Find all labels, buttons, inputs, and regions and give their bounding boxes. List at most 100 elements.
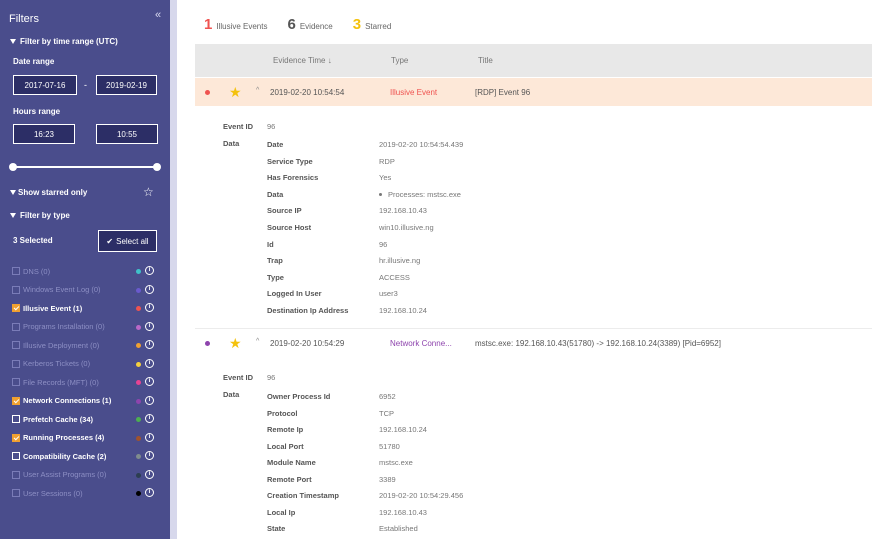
type-filter-item[interactable]: Kerberos Tickets (0) i bbox=[12, 355, 157, 374]
date-from-input[interactable]: 2017-07-16 bbox=[13, 75, 77, 95]
show-starred-label: Show starred only bbox=[18, 188, 88, 197]
checkbox[interactable] bbox=[12, 341, 20, 350]
checkbox[interactable] bbox=[12, 322, 20, 331]
detail-key: Id bbox=[267, 239, 274, 249]
type-color-dot bbox=[136, 380, 141, 385]
star-icon[interactable]: ★ bbox=[229, 335, 242, 352]
type-filter-label: Windows Event Log (0) bbox=[23, 285, 101, 295]
type-filter-item[interactable]: Windows Event Log (0) i bbox=[12, 281, 157, 300]
checkbox[interactable] bbox=[12, 489, 20, 498]
triangle-down-icon bbox=[10, 190, 16, 195]
event-id-label: Event ID bbox=[223, 373, 254, 382]
type-filter-item[interactable]: Network Connections (1) i bbox=[12, 392, 157, 411]
star-icon[interactable]: ★ bbox=[229, 84, 242, 101]
detail-value-text: Processes: mstsc.exe bbox=[388, 189, 461, 199]
detail-value: ACCESS bbox=[379, 272, 410, 282]
detail-value: 192.168.10.43 bbox=[379, 507, 427, 517]
triangle-down-icon bbox=[10, 213, 16, 218]
type-filter-label: Programs Installation (0) bbox=[23, 322, 105, 332]
checkbox[interactable] bbox=[12, 433, 20, 442]
type-filter-item[interactable]: File Records (MFT) (0) i bbox=[12, 373, 157, 392]
info-icon[interactable]: i bbox=[145, 451, 154, 460]
hour-to-input[interactable]: 10:55 bbox=[96, 124, 158, 144]
header-evidence-time[interactable]: Evidence Time ↓ bbox=[273, 56, 332, 65]
data-label: Data bbox=[223, 390, 240, 399]
info-icon[interactable]: i bbox=[145, 358, 154, 368]
table-row[interactable]: ★ ^ 2019-02-20 10:54:29 Network Conne... mst… bbox=[195, 329, 872, 357]
row-time: 2019-02-20 10:54:29 bbox=[270, 339, 345, 348]
header-type[interactable]: Type bbox=[391, 56, 408, 65]
event-id-value: 96 bbox=[267, 122, 276, 131]
detail-key: Local Port bbox=[267, 441, 304, 451]
detail-value: Yes bbox=[379, 173, 392, 183]
info-icon[interactable]: i bbox=[145, 377, 154, 386]
hour-from-input[interactable]: 16:23 bbox=[13, 124, 75, 144]
chevron-up-icon[interactable]: ^ bbox=[256, 338, 259, 345]
row-type: Network Conne... bbox=[390, 339, 452, 348]
type-filter-item[interactable]: DNS (0) i bbox=[12, 262, 157, 281]
event-id-value: 96 bbox=[267, 373, 276, 382]
type-filter-item[interactable]: User Sessions (0) i bbox=[12, 484, 157, 503]
info-icon[interactable]: i bbox=[145, 340, 154, 349]
info-icon[interactable]: i bbox=[145, 303, 154, 312]
type-color-dot bbox=[136, 491, 141, 496]
star-outline-icon[interactable]: ☆ bbox=[143, 185, 154, 199]
type-color-dot bbox=[136, 472, 141, 478]
hours-slider-handle-end[interactable] bbox=[153, 163, 161, 171]
show-starred-toggle[interactable]: Show starred only bbox=[10, 188, 87, 197]
checkbox[interactable] bbox=[12, 415, 20, 424]
type-filter-toggle[interactable]: Filter by type bbox=[10, 211, 70, 220]
checkbox[interactable] bbox=[12, 396, 20, 405]
type-filter-item[interactable]: User Assist Programs (0) i bbox=[12, 466, 157, 485]
chevron-up-icon[interactable]: ^ bbox=[256, 87, 259, 94]
type-filter-item[interactable]: Illusive Deployment (0) i bbox=[12, 336, 157, 355]
detail-value: mstsc.exe bbox=[379, 458, 413, 467]
table-row[interactable]: ★ ^ 2019-02-20 10:54:54 Illusive Event [RDP]… bbox=[195, 78, 872, 106]
checkbox[interactable] bbox=[12, 304, 20, 313]
header-title[interactable]: Title bbox=[478, 56, 493, 65]
detail-key: Module Name bbox=[267, 458, 316, 467]
info-icon[interactable]: i bbox=[145, 395, 154, 405]
summary-label: Starred bbox=[365, 22, 392, 31]
type-filter-item[interactable]: Running Processes (4) i bbox=[12, 429, 157, 448]
summary-label: Illusive Events bbox=[216, 22, 268, 31]
checkbox[interactable] bbox=[12, 452, 20, 461]
type-filter-item[interactable]: Programs Installation (0) i bbox=[12, 318, 157, 337]
checkbox[interactable] bbox=[12, 378, 20, 387]
info-icon[interactable]: i bbox=[145, 432, 154, 442]
hours-slider-track[interactable] bbox=[12, 166, 157, 168]
selected-count: 3 Selected bbox=[13, 236, 53, 245]
row-title: mstsc.exe: 192.168.10.43(51780) -> 192.1… bbox=[475, 339, 721, 348]
date-to-input[interactable]: 2019-02-19 bbox=[96, 75, 157, 95]
triangle-down-icon bbox=[10, 39, 16, 44]
detail-value: 6952 bbox=[379, 392, 396, 401]
collapse-sidebar-icon[interactable]: « bbox=[155, 9, 161, 21]
event-id-label: Event ID bbox=[223, 122, 254, 131]
select-all-button[interactable]: ✔ Select all bbox=[98, 230, 157, 252]
info-icon[interactable]: i bbox=[145, 284, 154, 294]
info-icon[interactable]: i bbox=[145, 414, 154, 423]
checkbox[interactable] bbox=[12, 470, 20, 479]
detail-key: State bbox=[267, 524, 286, 533]
info-icon[interactable]: i bbox=[145, 266, 154, 275]
info-icon[interactable]: i bbox=[145, 488, 154, 497]
checkbox[interactable] bbox=[12, 285, 20, 294]
type-filter-item[interactable]: Compatibility Cache (2) i bbox=[12, 447, 157, 466]
checkbox[interactable] bbox=[12, 267, 20, 276]
hours-range-label: Hours range bbox=[13, 107, 61, 116]
type-filter-item[interactable]: Illusive Event (1) i bbox=[12, 299, 157, 318]
info-icon[interactable]: i bbox=[145, 321, 154, 331]
detail-value: 192.168.10.43 bbox=[379, 206, 427, 216]
detail-key: Service Type bbox=[267, 156, 313, 166]
info-icon[interactable]: i bbox=[145, 469, 154, 479]
detail-value: 2019-02-20 10:54:54.439 bbox=[379, 140, 464, 149]
type-dot bbox=[205, 90, 210, 95]
hours-slider-handle-start[interactable] bbox=[9, 163, 17, 171]
main-panel: 1 Illusive Events 6 Evidence 3 Starred Eviden… bbox=[177, 0, 872, 539]
type-filter-item[interactable]: Prefetch Cache (34) i bbox=[12, 410, 157, 429]
detail-key: Source Host bbox=[267, 223, 312, 232]
type-filter-list: DNS (0) i Windows Event Log (0) i Illusive E… bbox=[12, 262, 157, 503]
time-filter-toggle[interactable]: Filter by time range (UTC) bbox=[10, 37, 118, 46]
checkbox[interactable] bbox=[12, 359, 20, 368]
type-filter-label: Network Connections (1) bbox=[23, 396, 112, 406]
